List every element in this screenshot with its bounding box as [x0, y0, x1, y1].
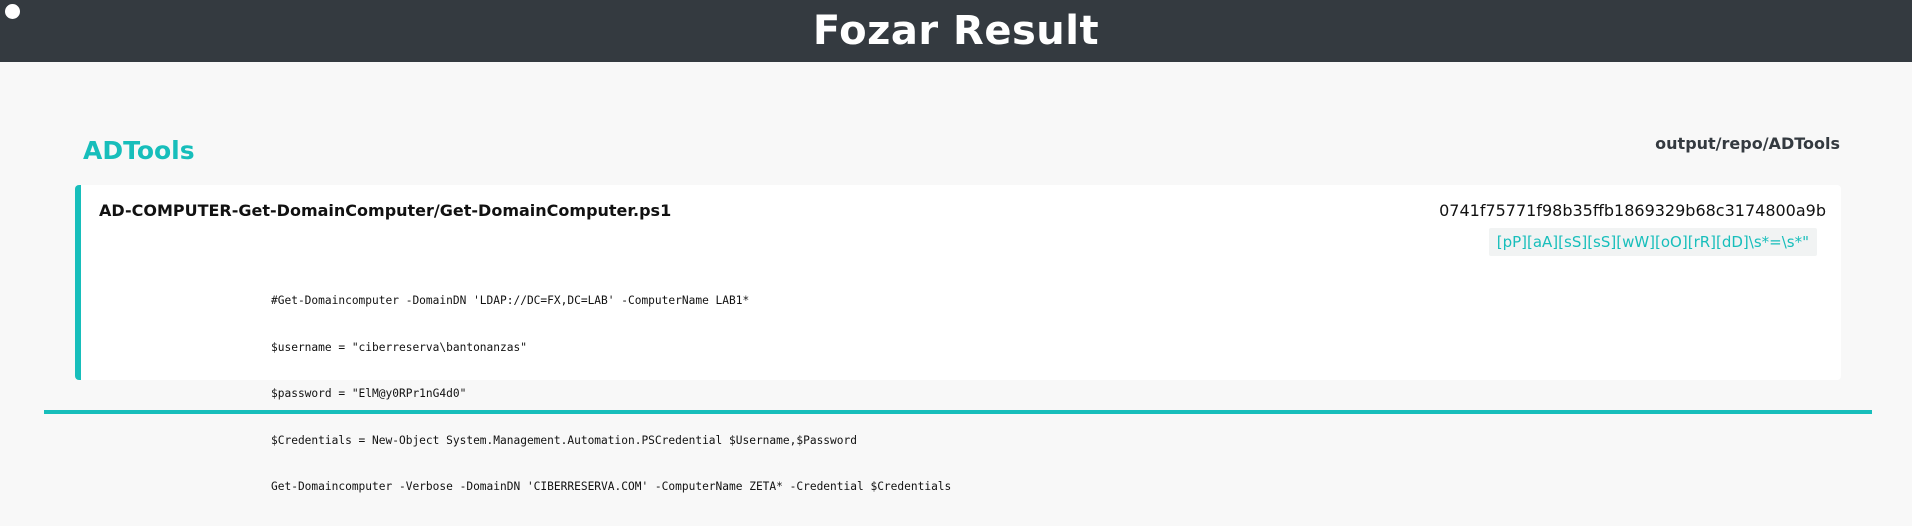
repo-name: ADTools [83, 136, 195, 165]
result-card: AD-COMPUTER-Get-DomainComputer/Get-Domai… [75, 185, 1841, 493]
code-line: $username = "ciberreserva\bantonanzas" [271, 340, 527, 354]
circle-icon [5, 4, 20, 19]
code-line: Get-Domaincomputer -Verbose -DomainDN 'C… [271, 480, 952, 493]
top-header-bar: Fozar Result [0, 0, 1912, 62]
repo-path: output/repo/ADTools [1655, 134, 1840, 153]
divider [44, 410, 1872, 414]
code-line: $password = "ElM@y0RPr1nG4d0" [271, 387, 467, 400]
code-snippet: #Get-Domaincomputer -DomainDN 'LDAP://DC… [271, 262, 951, 526]
commit-hash: 0741f75771f98b35ffb1869329b68c3174800a9b [1439, 201, 1826, 220]
file-path: AD-COMPUTER-Get-DomainComputer/Get-Domai… [99, 201, 672, 220]
code-line: #Get-Domaincomputer -DomainDN 'LDAP://DC… [271, 294, 750, 307]
code-line: $Credentials = New-Object System.Managem… [271, 433, 857, 447]
page-title: Fozar Result [812, 8, 1100, 54]
regex-badge: [pP][aA][sS][sS][wW][oO][rR][dD]\s*=\s*" [1488, 228, 1817, 256]
